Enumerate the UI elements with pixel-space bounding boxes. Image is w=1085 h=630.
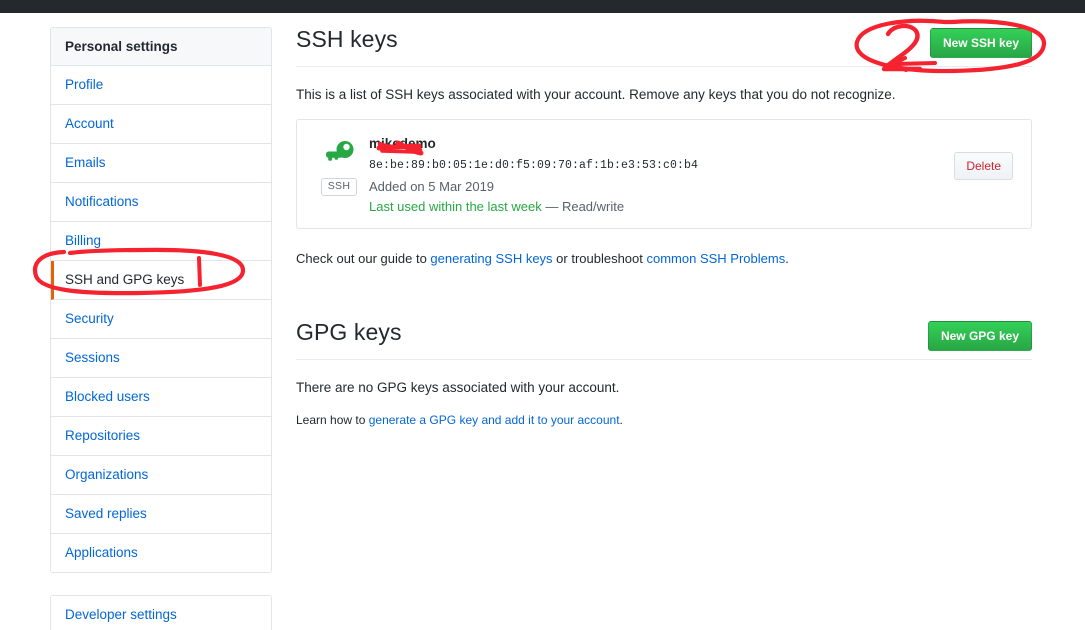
sidebar-item-billing[interactable]: Billing bbox=[51, 222, 271, 261]
sidebar-item-organizations[interactable]: Organizations bbox=[51, 456, 271, 495]
generate-gpg-key-link[interactable]: generate a GPG key and add it to your ac… bbox=[369, 413, 620, 427]
ssh-key-details: mikedemo 8e:be:89:b0:05:1e:d0:f5:09:70:a… bbox=[365, 134, 954, 216]
guide-note-prefix: Check out our guide to bbox=[296, 251, 431, 266]
new-gpg-key-button[interactable]: New GPG key bbox=[927, 321, 1032, 351]
ssh-key-last-used-text: Last used within the last week bbox=[369, 199, 542, 214]
generating-ssh-keys-link[interactable]: generating SSH keys bbox=[430, 251, 552, 266]
ssh-key-actions: Delete bbox=[954, 134, 1015, 180]
personal-settings-menu: Personal settings Profile Account Emails… bbox=[50, 27, 272, 573]
common-ssh-problems-link[interactable]: common SSH Problems bbox=[647, 251, 786, 266]
gpg-learn-suffix: . bbox=[619, 413, 623, 427]
gpg-learn-prefix: Learn how to bbox=[296, 413, 369, 427]
ssh-keys-description: This is a list of SSH keys associated wi… bbox=[296, 87, 896, 102]
ssh-key-name: demo bbox=[399, 136, 436, 151]
gpg-learn-note: Learn how to generate a GPG key and add … bbox=[296, 411, 1032, 429]
sidebar-item-saved-replies[interactable]: Saved replies bbox=[51, 495, 271, 534]
sidebar-item-developer-settings[interactable]: Developer settings bbox=[51, 596, 271, 630]
sidebar-item-account[interactable]: Account bbox=[51, 105, 271, 144]
ssh-key-title: mikedemo bbox=[369, 134, 436, 153]
sidebar-item-sessions[interactable]: Sessions bbox=[51, 339, 271, 378]
ssh-keys-header: SSH keys New SSH key bbox=[296, 22, 1032, 67]
ssh-guide-note: Check out our guide to generating SSH ke… bbox=[296, 249, 1032, 268]
ssh-key-row: SSH mikedemo 8e:be:89:b0:05:1e:d0:f5:09:… bbox=[296, 119, 1032, 229]
sidebar-item-repositories[interactable]: Repositories bbox=[51, 417, 271, 456]
settings-page: Personal settings Profile Account Emails… bbox=[0, 0, 1085, 630]
ssh-key-owner-redacted: mike bbox=[369, 136, 400, 151]
ssh-key-type-badge: SSH bbox=[320, 178, 358, 196]
sidebar-item-notifications[interactable]: Notifications bbox=[51, 183, 271, 222]
key-icon bbox=[324, 140, 354, 171]
gpg-empty-message: There are no GPG keys associated with yo… bbox=[296, 380, 620, 395]
delete-ssh-key-button[interactable]: Delete bbox=[954, 152, 1013, 180]
ssh-key-last-used: Last used within the last week — Read/wr… bbox=[369, 197, 954, 216]
sidebar-heading: Personal settings bbox=[51, 28, 271, 66]
browser-top-bar bbox=[0, 0, 1085, 13]
gpg-keys-title: GPG keys bbox=[296, 319, 402, 345]
gpg-keys-section: GPG keys New GPG key There are no GPG ke… bbox=[296, 315, 1032, 429]
main-content: SSH keys New SSH key This is a list of S… bbox=[296, 22, 1032, 429]
developer-settings-menu: Developer settings bbox=[50, 595, 272, 630]
ssh-keys-title: SSH keys bbox=[296, 26, 398, 52]
ssh-key-added-date: Added on 5 Mar 2019 bbox=[369, 179, 495, 194]
sidebar-item-ssh-and-gpg-keys[interactable]: SSH and GPG keys bbox=[51, 261, 271, 300]
guide-note-suffix: . bbox=[785, 251, 789, 266]
ssh-key-permission: — Read/write bbox=[545, 199, 625, 214]
ssh-key-icon-column: SSH bbox=[313, 134, 365, 196]
sidebar-item-blocked-users[interactable]: Blocked users bbox=[51, 378, 271, 417]
settings-sidebar: Personal settings Profile Account Emails… bbox=[50, 27, 272, 630]
sidebar-item-security[interactable]: Security bbox=[51, 300, 271, 339]
gpg-keys-header: GPG keys New GPG key bbox=[296, 315, 1032, 360]
sidebar-item-profile[interactable]: Profile bbox=[51, 66, 271, 105]
new-ssh-key-button[interactable]: New SSH key bbox=[929, 28, 1032, 58]
ssh-key-fingerprint: 8e:be:89:b0:05:1e:d0:f5:09:70:af:1b:e3:5… bbox=[369, 159, 699, 172]
guide-note-middle: or troubleshoot bbox=[552, 251, 647, 266]
sidebar-item-applications[interactable]: Applications bbox=[51, 534, 271, 572]
sidebar-item-emails[interactable]: Emails bbox=[51, 144, 271, 183]
